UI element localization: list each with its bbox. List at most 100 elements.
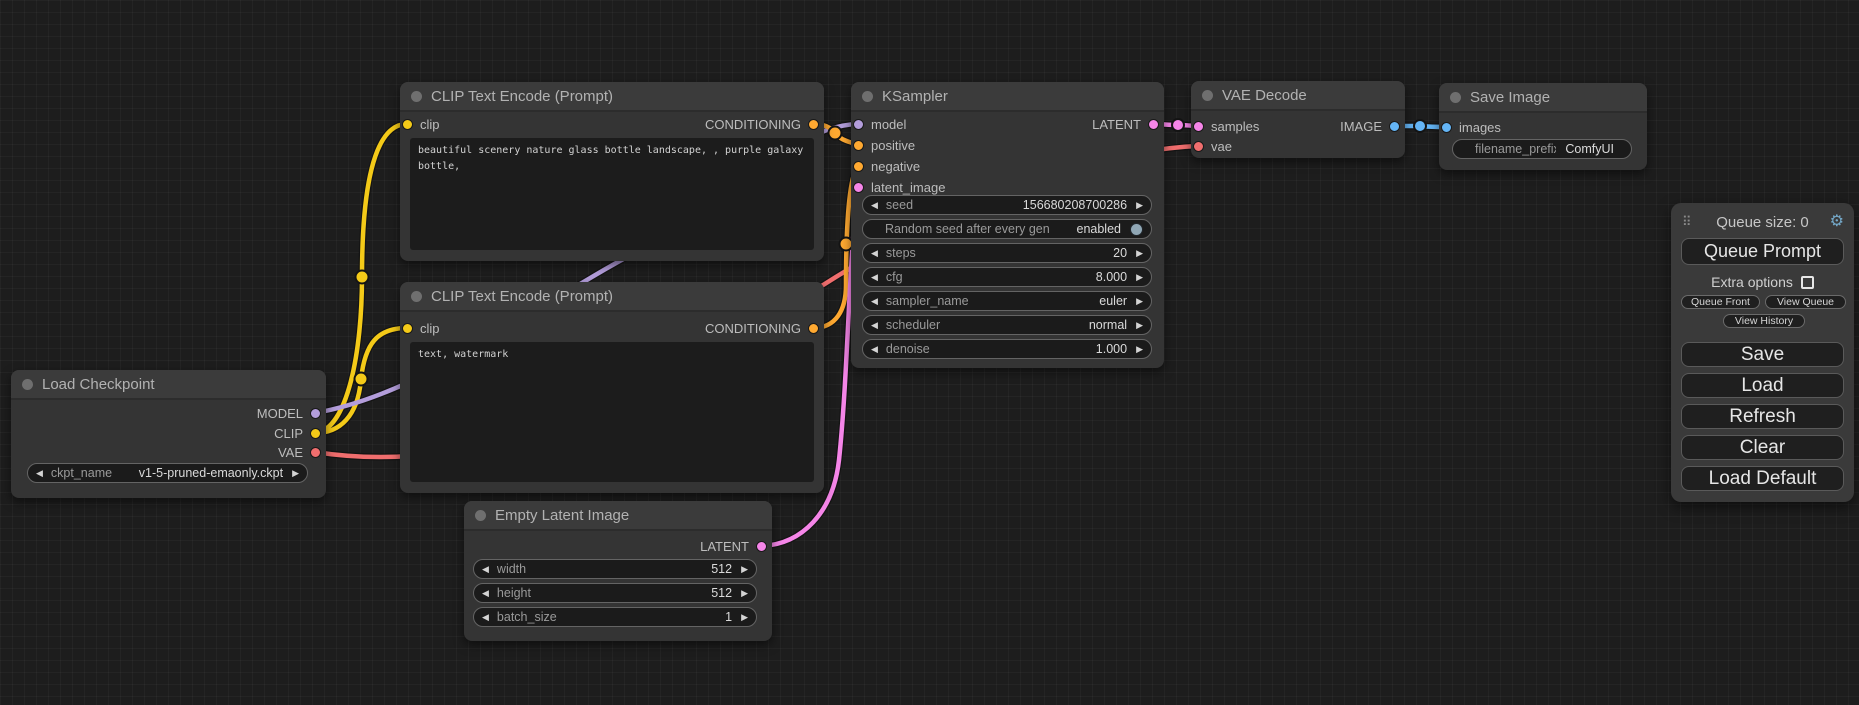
conditioning-port-icon[interactable]: [853, 140, 864, 151]
decrement-arrow-icon[interactable]: ◀: [871, 273, 878, 282]
latent-port-icon[interactable]: [1193, 121, 1204, 132]
cfg-widget[interactable]: ◀ cfg 8.000 ▶: [862, 267, 1152, 287]
drag-handle-icon[interactable]: ⠿: [1682, 214, 1691, 230]
output-image[interactable]: IMAGE: [1340, 116, 1400, 136]
link-dot[interactable]: [1414, 120, 1426, 132]
image-port-icon[interactable]: [1389, 121, 1400, 132]
latent-port-icon[interactable]: [756, 541, 767, 552]
input-clip[interactable]: clip: [402, 114, 440, 134]
conditioning-port-icon[interactable]: [853, 161, 864, 172]
input-images[interactable]: images: [1441, 117, 1501, 137]
refresh-button[interactable]: Refresh: [1681, 404, 1844, 429]
collapse-dot-icon[interactable]: [862, 91, 873, 102]
decrement-arrow-icon[interactable]: ◀: [871, 297, 878, 306]
image-port-icon[interactable]: [1441, 122, 1452, 133]
decrement-arrow-icon[interactable]: ◀: [482, 565, 489, 574]
decrement-arrow-icon[interactable]: ◀: [482, 589, 489, 598]
filename-prefix-widget[interactable]: filename_prefix ComfyUI: [1452, 139, 1632, 159]
vae-port-icon[interactable]: [1193, 141, 1204, 152]
scheduler-widget[interactable]: ◀ scheduler normal ▶: [862, 315, 1152, 335]
negative-prompt-textarea[interactable]: text, watermark: [410, 342, 814, 482]
random-seed-toggle-icon[interactable]: [1130, 223, 1143, 236]
node-clip-text-encode-positive[interactable]: CLIP Text Encode (Prompt) clip CONDITION…: [400, 82, 824, 261]
decrement-arrow-icon[interactable]: ◀: [871, 201, 878, 210]
clear-button[interactable]: Clear: [1681, 435, 1844, 460]
input-negative[interactable]: negative: [853, 156, 920, 176]
output-conditioning[interactable]: CONDITIONING: [705, 114, 819, 134]
sampler-name-widget[interactable]: ◀ sampler_name euler ▶: [862, 291, 1152, 311]
extra-options-checkbox[interactable]: [1801, 276, 1814, 289]
load-button[interactable]: Load: [1681, 373, 1844, 398]
clip-port-icon[interactable]: [310, 428, 321, 439]
height-widget[interactable]: ◀ height 512 ▶: [473, 583, 757, 603]
increment-arrow-icon[interactable]: ▶: [1136, 273, 1143, 282]
width-widget[interactable]: ◀ width 512 ▶: [473, 559, 757, 579]
denoise-widget[interactable]: ◀ denoise 1.000 ▶: [862, 339, 1152, 359]
latent-port-icon[interactable]: [853, 182, 864, 193]
increment-arrow-icon[interactable]: ▶: [1136, 297, 1143, 306]
link-dot[interactable]: [355, 373, 368, 386]
decrement-arrow-icon[interactable]: ◀: [871, 321, 878, 330]
input-positive[interactable]: positive: [853, 135, 915, 155]
queue-front-button[interactable]: Queue Front: [1681, 295, 1760, 309]
save-button[interactable]: Save: [1681, 342, 1844, 367]
decrement-arrow-icon[interactable]: ◀: [871, 345, 878, 354]
node-empty-latent-image[interactable]: Empty Latent Image LATENT ◀ width 512 ▶ …: [464, 501, 772, 641]
view-queue-button[interactable]: View Queue: [1765, 295, 1846, 309]
decrement-arrow-icon[interactable]: ◀: [36, 469, 43, 478]
decrement-arrow-icon[interactable]: ◀: [871, 249, 878, 258]
collapse-dot-icon[interactable]: [1450, 92, 1461, 103]
input-vae[interactable]: vae: [1193, 136, 1232, 156]
random-seed-widget[interactable]: Random seed after every gen enabled: [862, 219, 1152, 239]
increment-arrow-icon[interactable]: ▶: [1136, 345, 1143, 354]
seed-widget[interactable]: ◀ seed 156680208700286 ▶: [862, 195, 1152, 215]
collapse-dot-icon[interactable]: [475, 510, 486, 521]
increment-arrow-icon[interactable]: ▶: [1136, 201, 1143, 210]
link-dot[interactable]: [829, 127, 842, 140]
clip-port-icon[interactable]: [402, 119, 413, 130]
collapse-dot-icon[interactable]: [1202, 90, 1213, 101]
model-port-icon[interactable]: [310, 408, 321, 419]
collapse-dot-icon[interactable]: [22, 379, 33, 390]
latent-port-icon[interactable]: [1148, 119, 1159, 130]
collapse-dot-icon[interactable]: [411, 291, 422, 302]
input-samples[interactable]: samples: [1193, 116, 1259, 136]
conditioning-port-icon[interactable]: [808, 119, 819, 130]
settings-gear-icon[interactable]: ⚙: [1830, 214, 1844, 230]
input-latent-image[interactable]: latent_image: [853, 177, 945, 197]
clip-port-icon[interactable]: [402, 323, 413, 334]
conditioning-port-icon[interactable]: [808, 323, 819, 334]
node-save-image[interactable]: Save Image images filename_prefix ComfyU…: [1439, 83, 1647, 170]
increment-arrow-icon[interactable]: ▶: [292, 469, 299, 478]
input-model[interactable]: model: [853, 114, 906, 134]
increment-arrow-icon[interactable]: ▶: [1136, 249, 1143, 258]
node-vae-decode[interactable]: VAE Decode samples vae IMAGE: [1191, 81, 1405, 158]
link-dot[interactable]: [1172, 119, 1184, 131]
decrement-arrow-icon[interactable]: ◀: [482, 613, 489, 622]
steps-widget[interactable]: ◀ steps 20 ▶: [862, 243, 1152, 263]
load-default-button[interactable]: Load Default: [1681, 466, 1844, 491]
output-model[interactable]: MODEL: [257, 403, 321, 423]
model-port-icon[interactable]: [853, 119, 864, 130]
vae-port-icon[interactable]: [310, 447, 321, 458]
node-graph-canvas[interactable]: Load Checkpoint MODEL CLIP VAE ◀ ckpt_na…: [0, 0, 1859, 705]
ckpt-name-widget[interactable]: ◀ ckpt_name v1-5-pruned-emaonly.ckpt ▶: [27, 463, 308, 483]
output-latent[interactable]: LATENT: [1092, 114, 1159, 134]
increment-arrow-icon[interactable]: ▶: [741, 589, 748, 598]
output-clip[interactable]: CLIP: [274, 423, 321, 443]
output-conditioning[interactable]: CONDITIONING: [705, 318, 819, 338]
positive-prompt-textarea[interactable]: beautiful scenery nature glass bottle la…: [410, 138, 814, 250]
view-history-button[interactable]: View History: [1723, 314, 1805, 328]
increment-arrow-icon[interactable]: ▶: [741, 565, 748, 574]
batch-size-widget[interactable]: ◀ batch_size 1 ▶: [473, 607, 757, 627]
increment-arrow-icon[interactable]: ▶: [1136, 321, 1143, 330]
output-vae[interactable]: VAE: [278, 442, 321, 462]
queue-prompt-button[interactable]: Queue Prompt: [1681, 238, 1844, 265]
node-load-checkpoint[interactable]: Load Checkpoint MODEL CLIP VAE ◀ ckpt_na…: [11, 370, 326, 498]
link-dot[interactable]: [356, 271, 369, 284]
node-clip-text-encode-negative[interactable]: CLIP Text Encode (Prompt) clip CONDITION…: [400, 282, 824, 493]
collapse-dot-icon[interactable]: [411, 91, 422, 102]
output-latent[interactable]: LATENT: [700, 536, 767, 556]
input-clip[interactable]: clip: [402, 318, 440, 338]
increment-arrow-icon[interactable]: ▶: [741, 613, 748, 622]
